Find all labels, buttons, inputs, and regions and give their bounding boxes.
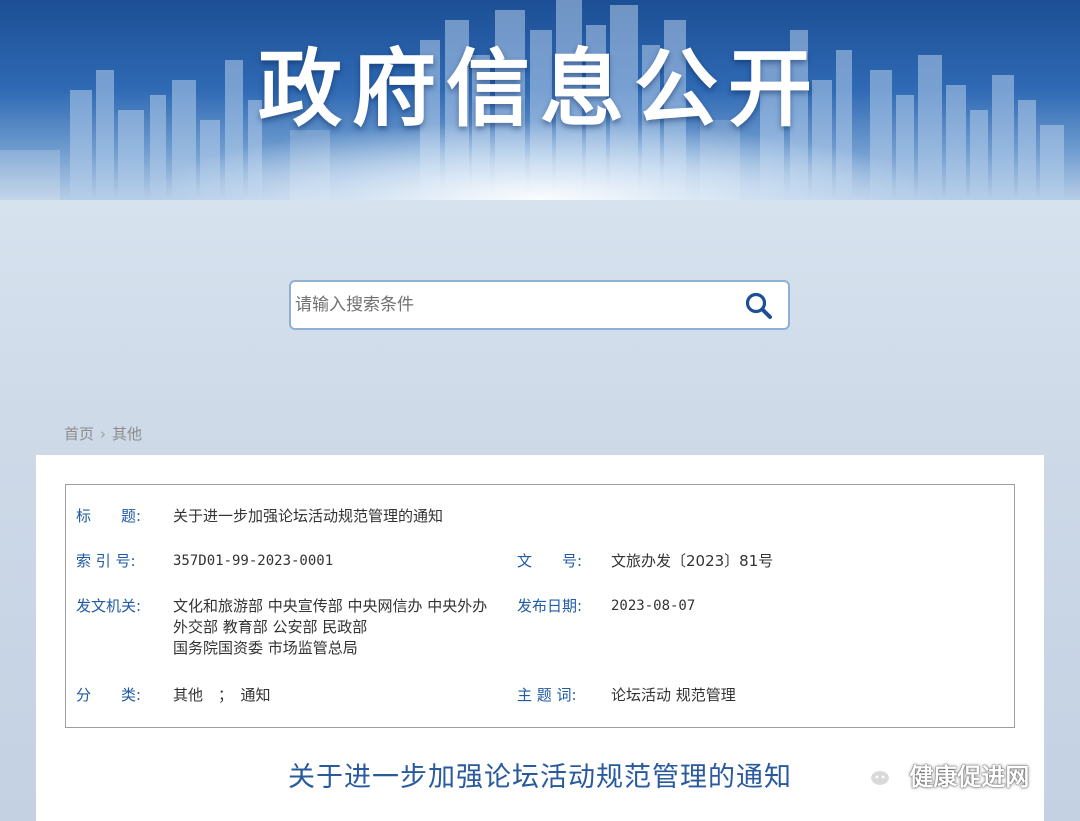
docno-value: 文旅办发〔2023〕81号 — [611, 552, 774, 570]
breadcrumb: 首页 › 其他 — [64, 423, 142, 444]
breadcrumb-home[interactable]: 首页 — [64, 425, 94, 443]
keywords-value: 论坛活动 规范管理 — [611, 686, 736, 704]
date-value: 2023-08-07 — [611, 598, 696, 614]
search-input[interactable] — [295, 286, 725, 324]
issuer-line-3: 国务院国资委 市场监管总局 — [173, 639, 358, 657]
search-box — [289, 280, 790, 330]
date-label: 发布日期: — [517, 597, 583, 615]
keywords-label: 主 题 词: — [517, 686, 577, 704]
issuer-label: 发文机关: — [76, 597, 142, 615]
issuer-line-2: 外交部 教育部 公安部 民政部 — [173, 618, 368, 636]
title-label: 标 题: — [76, 507, 142, 525]
document-meta-table: 标 题: 关于进一步加强论坛活动规范管理的通知 索 引 号: 357D01-99… — [65, 484, 1015, 728]
search-icon[interactable] — [744, 291, 774, 321]
breadcrumb-separator: › — [100, 424, 107, 443]
wechat-icon — [856, 761, 892, 787]
banner-title: 政府信息公开 — [257, 40, 822, 138]
category-label: 分 类: — [76, 686, 142, 704]
watermark: 健康促进网 — [855, 757, 1030, 791]
index-label: 索 引 号: — [76, 552, 136, 570]
index-value: 357D01-99-2023-0001 — [173, 553, 334, 569]
docno-label: 文 号: — [517, 552, 583, 570]
category-value: 其他 ； 通知 — [173, 686, 271, 704]
breadcrumb-current[interactable]: 其他 — [112, 425, 142, 443]
issuer-line-1: 文化和旅游部 中央宣传部 中央网信办 中央外办 — [173, 597, 488, 615]
banner: 政府信息公开 — [0, 0, 1080, 200]
watermark-text: 健康促进网 — [909, 763, 1030, 791]
title-value: 关于进一步加强论坛活动规范管理的通知 — [173, 507, 444, 525]
